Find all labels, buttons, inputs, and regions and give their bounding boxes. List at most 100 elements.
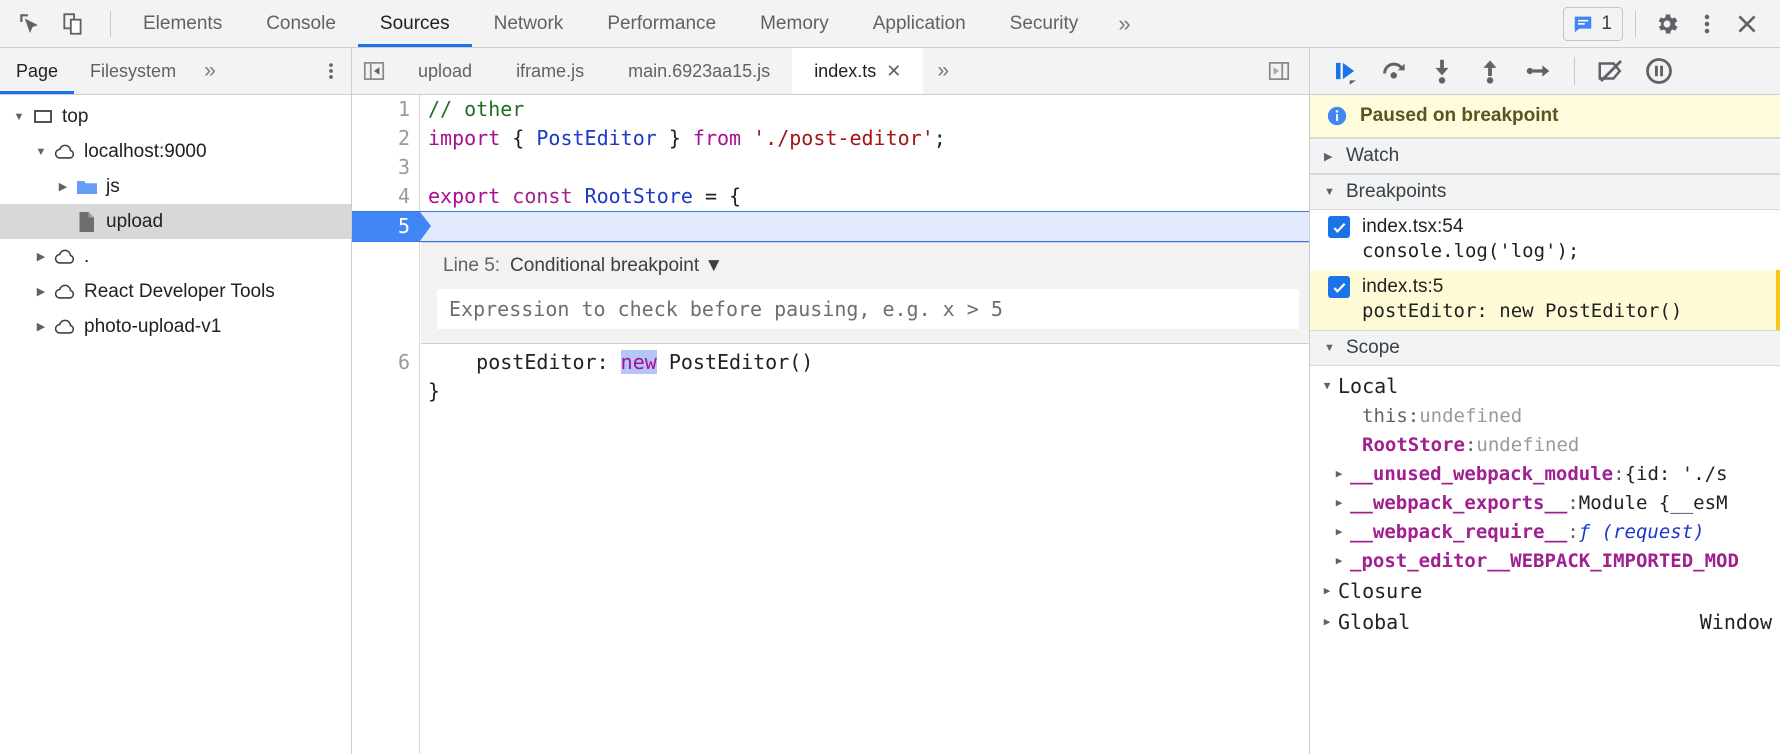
tree-item-top[interactable]: ▼ top <box>0 99 351 134</box>
line-number[interactable]: 4 <box>352 182 420 211</box>
nav-tab-filesystem[interactable]: Filesystem <box>74 48 192 94</box>
line-content: // other <box>428 97 525 121</box>
show-debugger-icon[interactable] <box>1257 58 1301 84</box>
line-number[interactable]: 3 <box>352 153 420 182</box>
section-label: Watch <box>1346 145 1400 166</box>
nav-tab-page[interactable]: Page <box>0 48 75 94</box>
line-number[interactable]: 1 <box>352 95 420 124</box>
scope-entry-separator: : <box>1567 491 1579 514</box>
tab-console[interactable]: Console <box>244 0 358 47</box>
code-line: 6 x <box>352 348 1309 377</box>
chevron-down-icon[interactable]: ▼ <box>1324 342 1336 354</box>
file-tab-upload[interactable]: upload <box>396 48 494 94</box>
scope-entry-value: {id: './s <box>1624 462 1728 485</box>
chevron-right-icon[interactable]: ▶ <box>1328 496 1350 509</box>
chevron-down-icon[interactable]: ▼ <box>30 146 52 158</box>
resume-icon[interactable] <box>1324 51 1368 91</box>
tree-item-localhost[interactable]: ▼ localhost:9000 <box>0 134 351 169</box>
code-line: 1 // other <box>352 95 1309 124</box>
chevron-right-icon[interactable]: ▶ <box>30 250 52 263</box>
line-number[interactable]: 6 <box>352 348 420 377</box>
tab-sources[interactable]: Sources <box>357 0 472 47</box>
more-vertical-icon[interactable] <box>1688 5 1726 43</box>
condition-input[interactable]: Expression to check before pausing, e.g.… <box>437 289 1299 329</box>
chevron-right-icon[interactable]: ▶ <box>1328 467 1350 480</box>
scope-group-closure[interactable]: ▶ Closure <box>1310 575 1780 606</box>
tree-item-photo-upload-v1[interactable]: ▶ photo-upload-v1 <box>0 309 351 344</box>
cloud-icon <box>52 318 78 336</box>
chevron-down-icon[interactable]: ▼ <box>1316 379 1338 392</box>
scope-group-global[interactable]: ▶ Global Window <box>1310 606 1780 637</box>
line-number[interactable]: 2 <box>352 124 420 153</box>
tree-item-js[interactable]: ▶ js <box>0 169 351 204</box>
breakpoint-list-item[interactable]: index.tsx:54 console.log('log'); <box>1310 210 1780 270</box>
breakpoint-checkbox[interactable] <box>1328 276 1350 298</box>
pause-icon[interactable] <box>1637 51 1681 91</box>
chevron-right-icon[interactable]: ▶ <box>1328 525 1350 538</box>
tab-application[interactable]: Application <box>851 0 988 47</box>
chevron-right-icon[interactable]: ▶ <box>1316 615 1338 628</box>
breakpoint-row: index.ts:5 <box>1328 276 1766 298</box>
nav-more-button[interactable]: » <box>192 48 228 94</box>
folder-icon <box>74 178 100 196</box>
chevron-down-icon[interactable]: ▼ <box>704 255 723 276</box>
scope-entry-webpack-require[interactable]: ▶ __webpack_require__ : ƒ (request) <box>1310 517 1780 546</box>
section-header-breakpoints[interactable]: ▼ Breakpoints <box>1310 174 1780 210</box>
cursor-inspect-icon[interactable] <box>12 7 46 41</box>
tab-network[interactable]: Network <box>472 0 586 47</box>
scope-entry-separator: : <box>1464 433 1477 456</box>
tab-performance[interactable]: Performance <box>585 0 738 47</box>
tab-elements[interactable]: Elements <box>121 0 244 47</box>
code-area[interactable]: 1 // other 2 import { PostEditor } from … <box>352 95 1309 754</box>
scope-entry-post-editor-webpack-imported-module[interactable]: ▶ _post_editor__WEBPACK_IMPORTED_MOD <box>1310 546 1780 575</box>
file-tab-main-js[interactable]: main.6923aa15.js <box>606 48 792 94</box>
breakpoint-code-snippet: postEditor: new PostEditor() <box>1362 300 1683 322</box>
scope-group-label: Local <box>1338 373 1399 398</box>
chevron-right-icon[interactable]: ▶ <box>52 180 74 193</box>
breakpoint-checkbox[interactable] <box>1328 216 1350 238</box>
code-line: 3 <box>352 153 1309 182</box>
tab-memory[interactable]: Memory <box>738 0 851 47</box>
chevron-right-icon[interactable]: ▶ <box>1316 584 1338 597</box>
tree-item-label: photo-upload-v1 <box>84 315 222 337</box>
step-icon[interactable] <box>1516 51 1560 91</box>
file-tab-index-ts[interactable]: index.ts ✕ <box>792 48 924 94</box>
code-line-breakpoint-active: 5 <box>352 211 1309 242</box>
chevron-right-icon[interactable]: ▶ <box>30 285 52 298</box>
chevron-down-icon[interactable]: ▼ <box>1324 186 1336 198</box>
device-toggle-icon[interactable] <box>56 7 90 41</box>
scope-entry-rootstore[interactable]: ▶ RootStore : undefined <box>1310 430 1780 459</box>
scope-entry-unused-webpack-module[interactable]: ▶ __unused_webpack_module : {id: './s <box>1310 459 1780 488</box>
message-count-badge[interactable]: 1 <box>1563 6 1623 41</box>
step-out-icon[interactable] <box>1468 51 1512 91</box>
tree-item-react-devtools[interactable]: ▶ React Developer Tools <box>0 274 351 309</box>
close-icon[interactable]: ✕ <box>886 62 901 80</box>
chevron-right-icon[interactable]: ▶ <box>1328 554 1350 567</box>
navigator-more-vertical-icon[interactable] <box>311 48 351 94</box>
breakpoint-type-dropdown[interactable]: Conditional breakpoint ▼ <box>510 255 723 276</box>
scope-entry-this[interactable]: ▶ this : undefined <box>1310 401 1780 430</box>
step-into-icon[interactable] <box>1420 51 1464 91</box>
conditional-breakpoint-header: Line 5: Conditional breakpoint ▼ <box>421 253 1309 289</box>
chevron-right-icon[interactable]: ▶ <box>30 320 52 333</box>
breakpoint-location: index.ts:5 <box>1362 276 1444 297</box>
step-over-icon[interactable] <box>1372 51 1416 91</box>
deactivate-breakpoints-icon[interactable] <box>1589 51 1633 91</box>
scope-entry-webpack-exports[interactable]: ▶ __webpack_exports__ : Module {__esM <box>1310 488 1780 517</box>
chevron-right-icon[interactable]: ▶ <box>1324 150 1336 163</box>
breakpoint-list-item-active[interactable]: index.ts:5 postEditor: new PostEditor() <box>1310 270 1780 330</box>
file-tab-iframe-js[interactable]: iframe.js <box>494 48 606 94</box>
section-header-scope[interactable]: ▼ Scope <box>1310 330 1780 366</box>
gear-icon[interactable] <box>1648 5 1686 43</box>
tab-security[interactable]: Security <box>988 0 1101 47</box>
show-navigator-icon[interactable] <box>352 48 396 94</box>
more-panels-button[interactable]: » <box>1100 0 1148 47</box>
line-number-breakpoint[interactable]: 5 <box>352 212 431 241</box>
tree-item-dot[interactable]: ▶ . <box>0 239 351 274</box>
close-icon[interactable] <box>1728 5 1766 43</box>
chevron-down-icon[interactable]: ▼ <box>8 111 30 123</box>
tree-item-upload[interactable]: ▶ upload <box>0 204 351 239</box>
file-tabs-more-button[interactable]: » <box>923 48 963 94</box>
section-header-watch[interactable]: ▶ Watch <box>1310 138 1780 174</box>
scope-group-local[interactable]: ▼ Local <box>1310 370 1780 401</box>
